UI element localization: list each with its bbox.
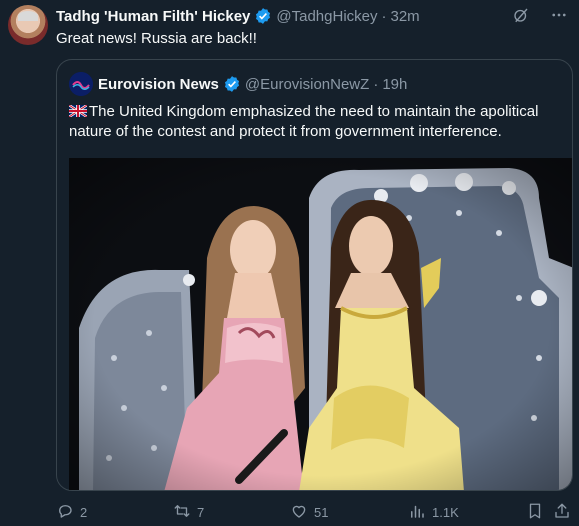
repost-icon bbox=[173, 502, 191, 523]
views-button[interactable]: 1.1K bbox=[408, 502, 459, 523]
tweet[interactable]: Tadhg 'Human Filth' Hickey @TadhgHickey … bbox=[0, 0, 579, 526]
share-icon bbox=[553, 502, 571, 523]
reply-button[interactable]: 2 bbox=[56, 502, 87, 523]
author-handle[interactable]: @TadhgHickey bbox=[276, 8, 377, 25]
like-button[interactable]: 51 bbox=[290, 502, 328, 523]
top-actions bbox=[511, 5, 569, 25]
quoted-author-name[interactable]: Eurovision News bbox=[98, 76, 219, 93]
tweet-text: Great news! Russia are back!! bbox=[56, 30, 257, 47]
quoted-author-avatar[interactable] bbox=[69, 72, 93, 96]
quoted-tweet-timestamp[interactable]: 19h bbox=[382, 76, 407, 93]
views-icon bbox=[408, 502, 426, 523]
reply-count: 2 bbox=[80, 505, 88, 520]
bookmark-icon bbox=[526, 502, 544, 523]
tweet-actions-bar: 2 7 51 1.1K bbox=[56, 502, 573, 522]
more-icon[interactable] bbox=[549, 5, 569, 25]
grok-icon[interactable] bbox=[511, 5, 531, 25]
views-count: 1.1K bbox=[432, 505, 459, 520]
repost-count: 7 bbox=[197, 505, 205, 520]
quoted-tweet-text-block: The United Kingdom emphasized the need t… bbox=[68, 102, 564, 142]
quoted-tweet[interactable]: Eurovision News @EurovisionNewZ · 19h Th… bbox=[56, 59, 573, 491]
like-count: 51 bbox=[314, 505, 329, 520]
tweet-timestamp[interactable]: 32m bbox=[391, 8, 420, 25]
quoted-author-handle[interactable]: @EurovisionNewZ bbox=[245, 76, 369, 93]
quoted-tweet-text: The United Kingdom emphasized the need t… bbox=[69, 103, 539, 140]
share-button[interactable] bbox=[553, 502, 571, 523]
verified-badge-icon bbox=[254, 7, 272, 25]
separator-dot: · bbox=[373, 75, 379, 93]
quoted-tweet-header: Eurovision News @EurovisionNewZ · 19h bbox=[69, 72, 407, 96]
bookmark-button[interactable] bbox=[526, 502, 544, 523]
author-avatar[interactable] bbox=[8, 5, 48, 45]
separator-dot: · bbox=[381, 7, 387, 25]
tweet-header: Tadhg 'Human Filth' Hickey @TadhgHickey … bbox=[56, 6, 420, 26]
like-icon bbox=[290, 502, 308, 523]
uk-flag-icon bbox=[68, 103, 88, 118]
repost-button[interactable]: 7 bbox=[173, 502, 204, 523]
author-name[interactable]: Tadhg 'Human Filth' Hickey bbox=[56, 8, 250, 25]
reply-icon bbox=[56, 502, 74, 523]
verified-badge-icon bbox=[223, 75, 241, 93]
media-photo[interactable] bbox=[69, 158, 572, 490]
